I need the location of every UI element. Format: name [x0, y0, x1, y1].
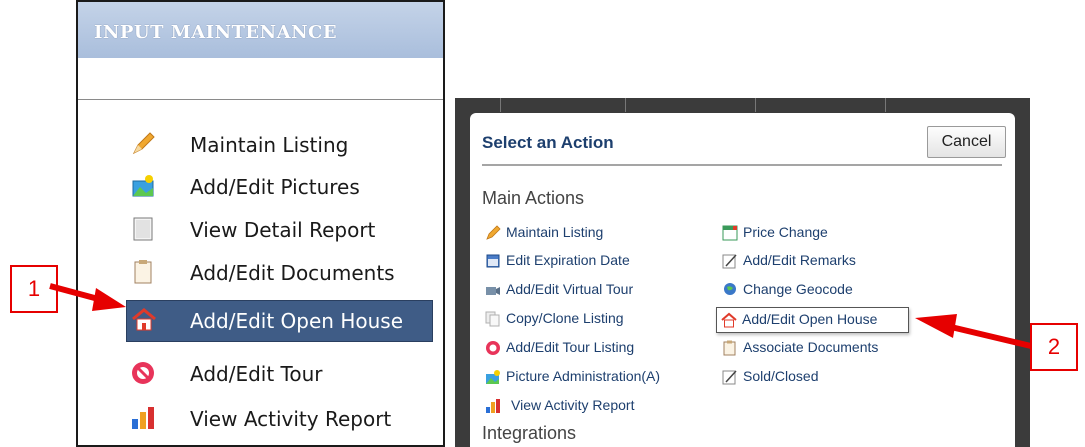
menu-item-label: Add/Edit Pictures [190, 175, 360, 199]
pictures-icon [132, 175, 154, 197]
menu-item-view-activity-report[interactable]: View Activity Report [78, 399, 443, 441]
calendar-printer-icon [486, 254, 500, 268]
main-actions-heading: Main Actions [482, 188, 585, 208]
pictures-icon [486, 370, 500, 384]
action-label: View Activity Report [511, 397, 635, 413]
cancel-button[interactable]: Cancel [927, 126, 1006, 158]
tour-icon [486, 341, 500, 355]
divider [78, 99, 443, 100]
action-label: Picture Administration(A) [506, 368, 661, 384]
house-icon [132, 308, 156, 331]
house-icon [721, 312, 737, 328]
action-label: Change Geocode [743, 281, 853, 297]
divider [482, 164, 1002, 166]
menu-item-add-edit-documents[interactable]: Add/Edit Documents [78, 253, 443, 295]
activity-chart-icon [486, 399, 500, 413]
activity-chart-icon [132, 407, 154, 429]
integrations-heading: Integrations [482, 423, 577, 443]
action-label: Copy/Clone Listing [506, 310, 624, 326]
action-label: Sold/Closed [743, 368, 819, 384]
report-icon [133, 217, 153, 241]
menu-item-label: Maintain Listing [190, 133, 349, 157]
documents-icon [134, 260, 152, 284]
menu-item-maintain-listing[interactable]: Maintain Listing [78, 125, 443, 167]
sold-icon [722, 370, 737, 385]
menu-item-add-edit-open-house[interactable]: Add/Edit Open House [126, 300, 433, 342]
action-label: Price Change [743, 224, 828, 240]
menu-item-label: View Detail Report [190, 218, 376, 242]
menu-item-label: Add/Edit Documents [190, 261, 395, 285]
globe-icon [724, 283, 736, 295]
action-label: Edit Expiration Date [506, 252, 630, 268]
input-maintenance-panel: INPUT MAINTENANCE Maintain Listing Add/E… [76, 0, 445, 447]
dialog-title: Select an Action [482, 133, 614, 152]
panel-title: INPUT MAINTENANCE [94, 22, 338, 43]
documents-icon [723, 340, 736, 356]
menu-item-label: View Activity Report [190, 407, 392, 431]
menu-item-view-detail-report[interactable]: View Detail Report [78, 210, 443, 252]
callout-badge-2: 2 [1030, 323, 1078, 371]
action-add-edit-open-house[interactable]: Add/Edit Open House [716, 307, 909, 333]
action-label: Add/Edit Tour Listing [506, 339, 635, 355]
copy-icon [485, 311, 500, 327]
pencil-icon [486, 225, 501, 240]
action-label: Maintain Listing [506, 224, 604, 240]
menu-item-add-edit-pictures[interactable]: Add/Edit Pictures [78, 167, 443, 209]
action-label: Add/Edit Remarks [743, 252, 856, 268]
action-label: Add/Edit Virtual Tour [506, 281, 634, 297]
callout-arrow-1 [49, 283, 126, 311]
panel-header: INPUT MAINTENANCE [78, 2, 443, 58]
menu-item-label: Add/Edit Open House [190, 309, 403, 333]
virtual-tour-icon [486, 287, 500, 295]
price-change-icon [722, 225, 738, 241]
remarks-icon [722, 254, 737, 269]
menu-item-label: Add/Edit Tour [190, 362, 323, 386]
menu-item-add-edit-tour[interactable]: Add/Edit Tour [78, 354, 443, 396]
pencil-icon [132, 132, 155, 155]
select-action-dialog: Select an Action Cancel Main Actions Mai… [470, 113, 1015, 447]
action-label: Add/Edit Open House [742, 311, 878, 327]
tour-icon [132, 362, 154, 384]
action-label: Associate Documents [743, 339, 879, 355]
callout-arrow-2 [915, 314, 1032, 349]
